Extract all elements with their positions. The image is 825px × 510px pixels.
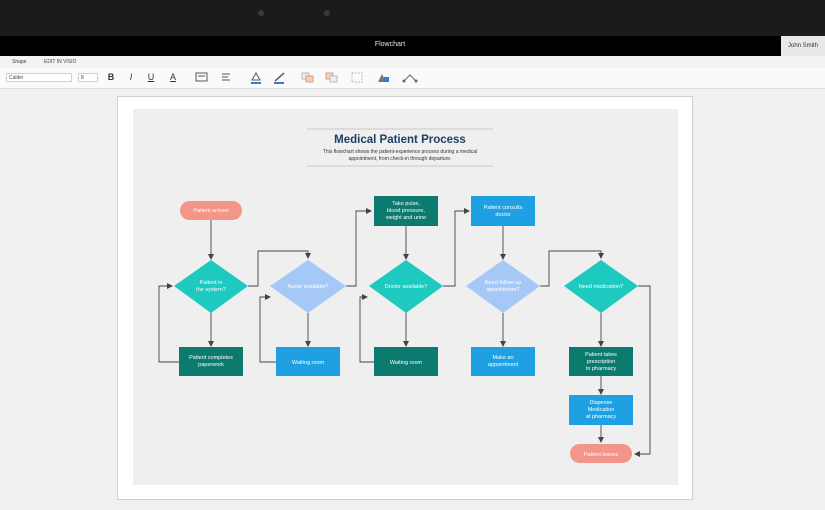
svg-text:Medication: Medication xyxy=(588,407,615,413)
decision-doctor-available[interactable]: Doctor available? xyxy=(369,260,443,313)
diagram-subtitle-line1: This flowchart shows the patient-experie… xyxy=(323,149,477,155)
decision-nurse-available[interactable]: Nurse available? xyxy=(270,260,346,313)
flowchart: Medical Patient Process This flowchart s… xyxy=(158,128,651,463)
svg-text:Need medication?: Need medication? xyxy=(579,284,623,290)
svg-text:blood pressure,: blood pressure, xyxy=(387,208,425,214)
node-patient-arrives[interactable]: Patient arrives xyxy=(180,201,242,220)
decision-need-medication[interactable]: Need medication? xyxy=(564,260,638,313)
svg-text:to pharmacy: to pharmacy xyxy=(586,366,617,372)
decision-need-follow-up[interactable]: Need follow-up appointment? xyxy=(466,260,540,313)
svg-text:Take pulse,: Take pulse, xyxy=(392,201,420,207)
svg-text:Patient arrives: Patient arrives xyxy=(193,208,228,214)
svg-text:at pharmacy: at pharmacy xyxy=(586,414,617,420)
svg-text:Patient in: Patient in xyxy=(200,280,223,286)
svg-text:Doctor available?: Doctor available? xyxy=(385,284,428,290)
svg-text:Nurse available?: Nurse available? xyxy=(288,284,329,290)
svg-text:Patient takes: Patient takes xyxy=(585,352,617,358)
diagram-subtitle-line2: appointment, from check-in through depar… xyxy=(349,156,452,162)
svg-text:appointment: appointment xyxy=(488,362,519,368)
svg-text:Patient completes: Patient completes xyxy=(189,355,233,361)
svg-text:Dispense: Dispense xyxy=(590,400,613,406)
node-patient-takes-prescription[interactable]: Patient takes prescription to pharmacy xyxy=(569,347,633,376)
node-patient-leaves[interactable]: Patient leaves xyxy=(570,444,632,463)
svg-text:the system?: the system? xyxy=(196,287,226,293)
node-waiting-room-1[interactable]: Waiting room xyxy=(276,347,340,376)
decision-patient-in-system[interactable]: Patient in the system? xyxy=(174,260,248,313)
svg-text:Waiting room: Waiting room xyxy=(390,360,423,366)
svg-text:doctor: doctor xyxy=(495,212,510,218)
diagram-title-block: Medical Patient Process This flowchart s… xyxy=(307,128,493,167)
svg-text:Patient consults: Patient consults xyxy=(484,205,523,211)
svg-text:appointment?: appointment? xyxy=(486,287,519,293)
node-patient-paperwork[interactable]: Patient completes paperwork xyxy=(179,347,243,376)
node-make-appointment[interactable]: Make an appointment xyxy=(471,347,535,376)
node-take-vitals[interactable]: Take pulse, blood pressure, weight and u… xyxy=(374,196,438,226)
svg-text:Patient leaves: Patient leaves xyxy=(584,452,619,458)
svg-text:Make an: Make an xyxy=(492,355,513,361)
svg-text:weight and urine: weight and urine xyxy=(385,215,426,221)
node-waiting-room-2[interactable]: Waiting room xyxy=(374,347,438,376)
svg-text:Need follow-up: Need follow-up xyxy=(485,280,522,286)
svg-text:paperwork: paperwork xyxy=(198,362,224,368)
svg-text:prescription: prescription xyxy=(587,359,615,365)
svg-text:Waiting room: Waiting room xyxy=(292,360,325,366)
node-dispense-medication[interactable]: Dispense Medication at pharmacy xyxy=(569,395,633,425)
node-patient-consults-doctor[interactable]: Patient consults doctor xyxy=(471,196,535,226)
diagram-title: Medical Patient Process xyxy=(334,134,466,146)
